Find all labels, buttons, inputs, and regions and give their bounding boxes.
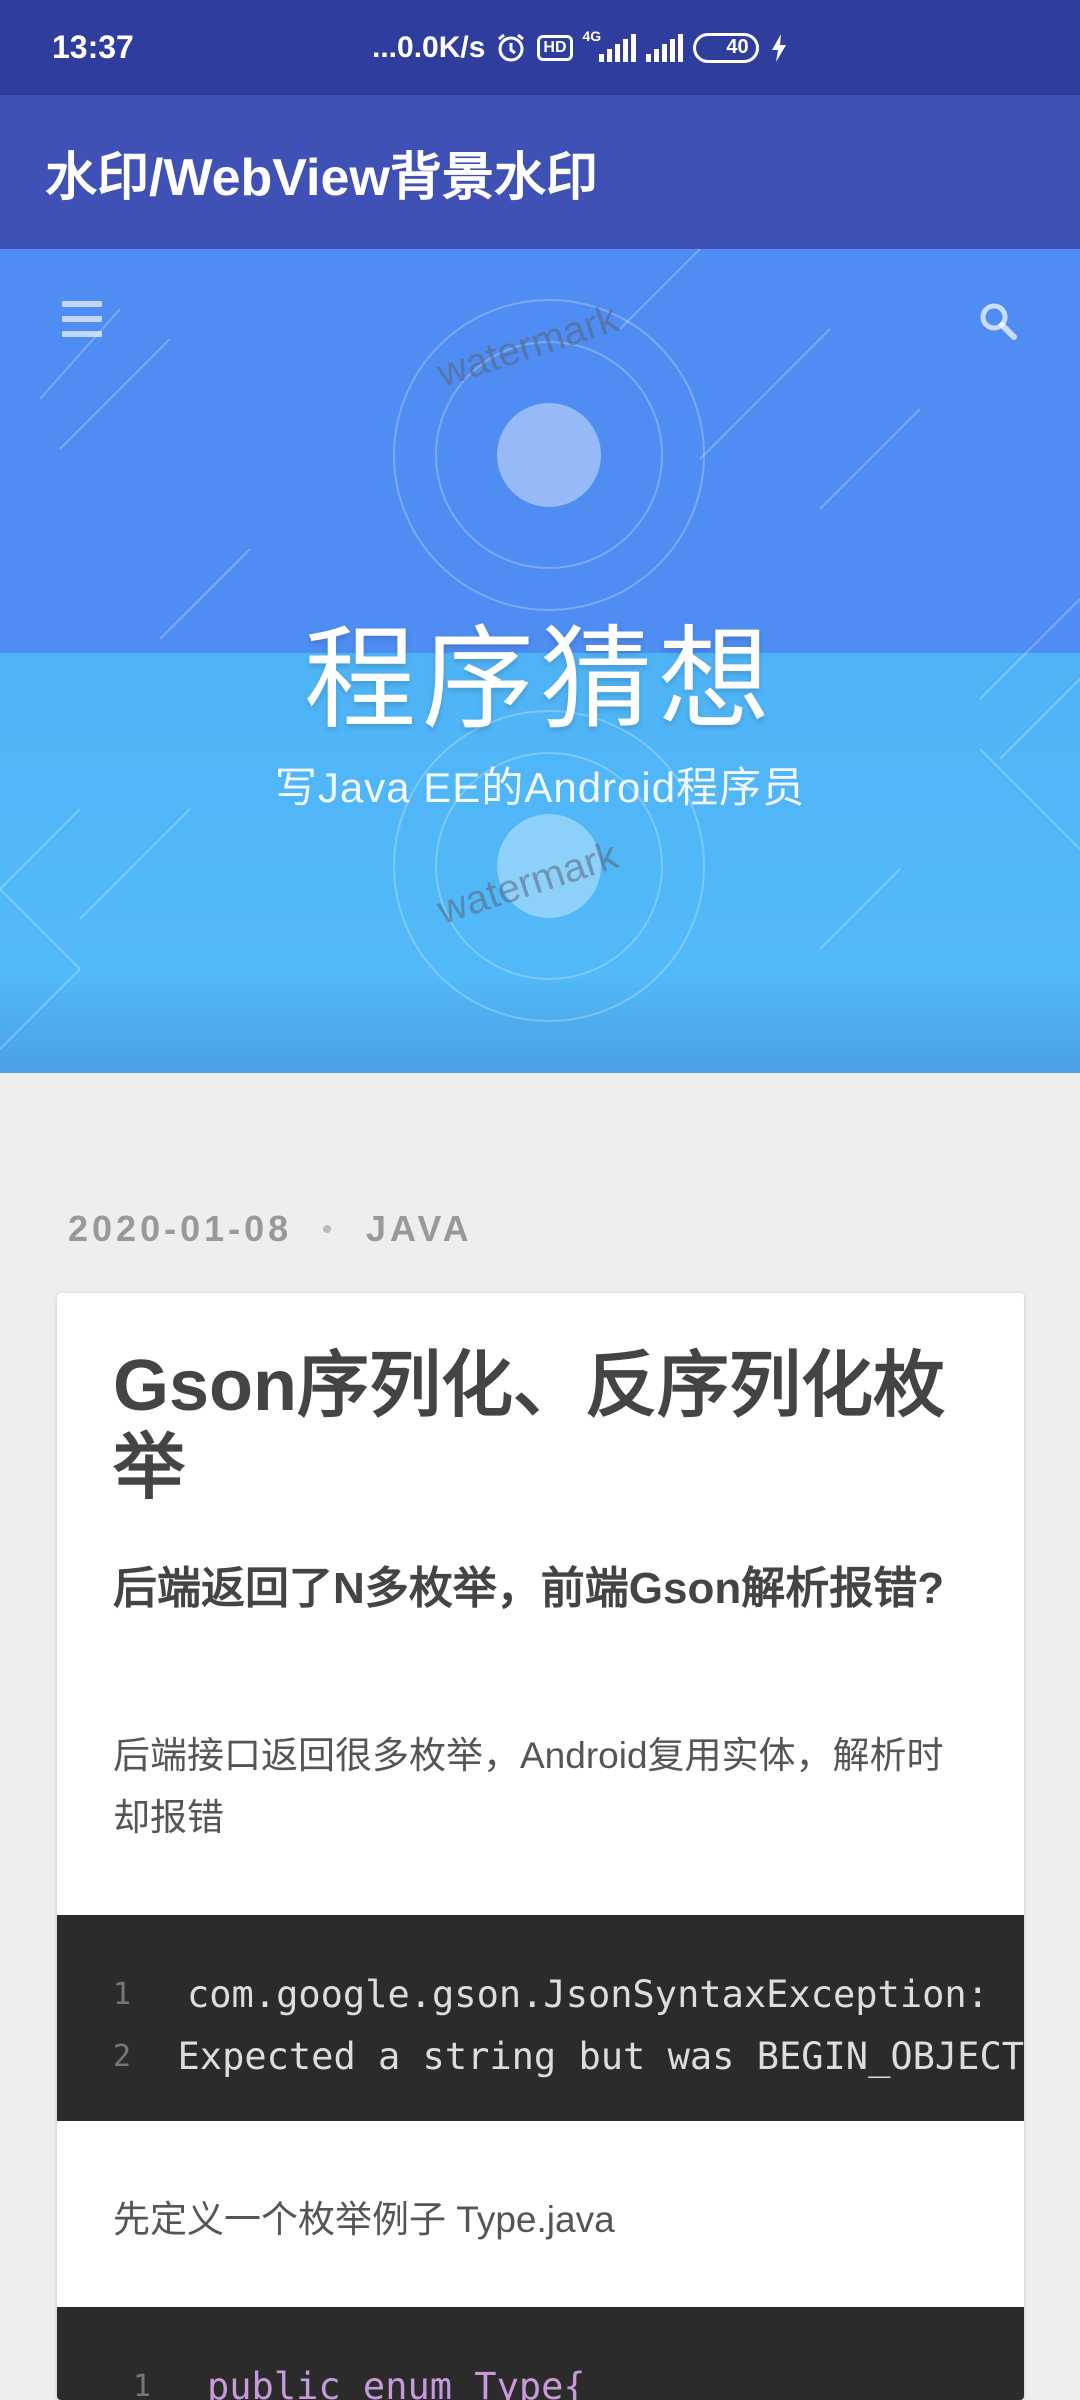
signal-icon bbox=[645, 33, 683, 62]
app-bar: 水印/WebView背景水印 bbox=[0, 95, 1080, 249]
code-line: 2 Expected a string but was BEGIN_OBJECT bbox=[57, 2025, 1024, 2087]
post-paragraph: 后端接口返回很多枚举，Android复用实体，解析时却报错 bbox=[113, 1735, 944, 1838]
network-speed: ...0.0K/s bbox=[372, 30, 486, 64]
code-line: 1 public enum Type{ bbox=[57, 2355, 1024, 2400]
line-number: 1 bbox=[133, 2368, 152, 2400]
status-icons: ...0.0K/s HD 4G 40 bbox=[372, 0, 789, 95]
hd-badge: HD bbox=[537, 34, 573, 61]
app-bar-title: 水印/WebView背景水印 bbox=[45, 148, 598, 207]
post-category[interactable]: JAVA bbox=[366, 1208, 473, 1250]
status-time: 13:37 bbox=[52, 29, 134, 65]
alarm-clock-icon bbox=[495, 32, 527, 64]
hero-banner: watermark 程序猜想 写Java EE的Android程序员 water… bbox=[0, 249, 1080, 1073]
charging-icon bbox=[769, 33, 789, 63]
battery-icon: 40 bbox=[692, 32, 759, 63]
network-type: 4G bbox=[582, 27, 602, 44]
line-number: 1 bbox=[113, 1976, 132, 2012]
post-date: 2020-01-08 bbox=[68, 1208, 293, 1249]
meta-separator: • bbox=[322, 1213, 336, 1244]
article-card: Gson序列化、反序列化枚举 后端返回了N多枚举，前端Gson解析报错? 后端接… bbox=[57, 1293, 1024, 2400]
menu-icon[interactable] bbox=[62, 301, 102, 337]
site-subtitle: 写Java EE的Android程序员 bbox=[274, 764, 806, 811]
code-text: Expected a string but was BEGIN_OBJECT bbox=[177, 2034, 1024, 2078]
line-number: 2 bbox=[113, 2038, 132, 2074]
post-heading: 后端返回了N多枚举，前端Gson解析报错? bbox=[113, 1564, 945, 1613]
code-text: public enum Type{ bbox=[207, 2364, 586, 2400]
code-block[interactable]: 1 public enum Type{ bbox=[57, 2307, 1024, 2400]
post-paragraph: 先定义一个枚举例子 Type.java bbox=[113, 2199, 615, 2240]
status-bar: 13:37 ...0.0K/s HD 4G 40 bbox=[0, 0, 1080, 95]
post-meta: 2020-01-08 • JAVA bbox=[68, 1208, 473, 1250]
battery-level: 40 bbox=[726, 36, 749, 58]
code-block[interactable]: 1 com.google.gson.JsonSyntaxException: 2… bbox=[57, 1915, 1024, 2121]
site-title[interactable]: 程序猜想 bbox=[0, 589, 1080, 751]
code-text: com.google.gson.JsonSyntaxException: bbox=[187, 1972, 989, 2016]
post-title[interactable]: Gson序列化、反序列化枚举 bbox=[113, 1345, 973, 1509]
search-icon[interactable] bbox=[978, 301, 1018, 341]
code-line: 1 com.google.gson.JsonSyntaxException: bbox=[57, 1963, 1024, 2025]
signal-4g-icon: 4G bbox=[583, 28, 636, 62]
